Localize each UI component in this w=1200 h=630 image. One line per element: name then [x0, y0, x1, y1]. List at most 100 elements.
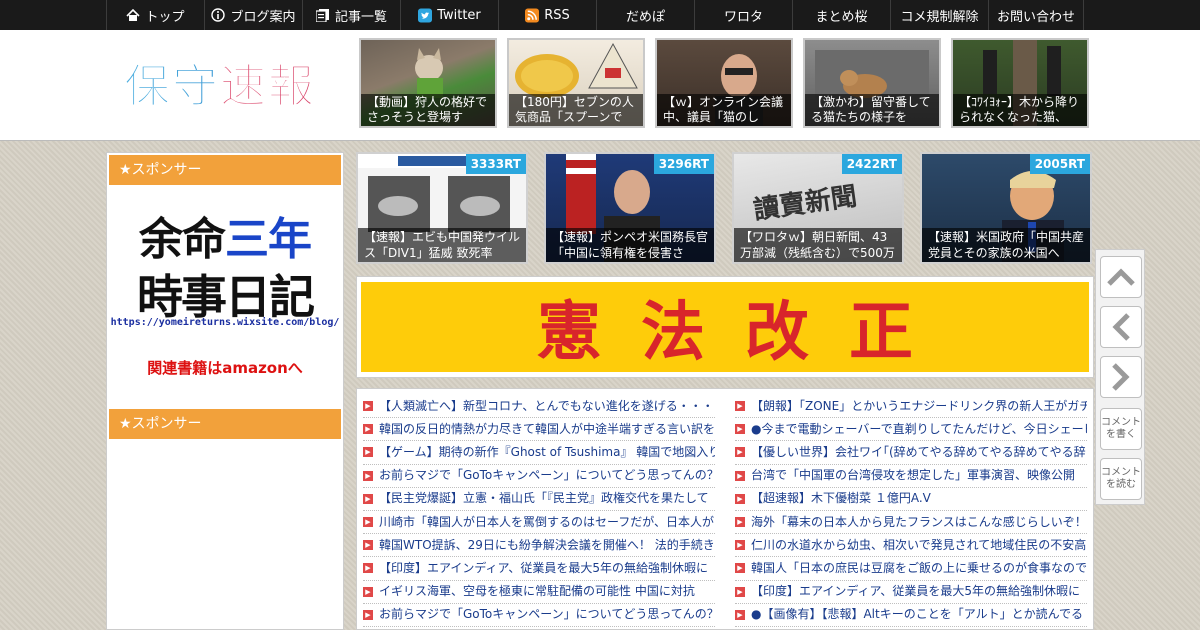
feed-item-title: 韓国WTO提訴、29日にも紛争解決会議を開催へ！ 法的手続き: [379, 537, 715, 552]
svg-text:讀賣新聞: 讀賣新聞: [752, 181, 859, 226]
feed-item-title: イギリス海軍、空母を極東に常駐配備の可能性 中国に対抗: [379, 584, 695, 599]
feed-item[interactable]: ▶ 台湾で「中国軍の台湾侵攻を想定した」軍事演習、映像公開: [735, 465, 1087, 488]
feed-column-left: ▶ 【人類滅亡へ】新型コロナ、とんでもない進化を遂げる・・・ ▶ 韓国の反日的情熱が力…: [363, 395, 715, 627]
feed-item[interactable]: ▶ 【朗報】「ZONE」とかいうエナジードリンク界の新人王がガチ: [735, 395, 1087, 419]
logo-graphic: 保守速報: [124, 59, 315, 114]
bullet-icon: ▶: [363, 517, 373, 528]
featured-article-1[interactable]: 3333RT 【速報】エビも中国発ウイルス「DIV1」猛威 致死率: [356, 152, 528, 264]
nav-label: RSS: [544, 7, 570, 23]
retweet-count-badge: 3296RT: [653, 154, 714, 174]
featured-article-4[interactable]: 2005RT 【速報】米国政府「中国共産党員とその家族の米国へ: [920, 152, 1092, 264]
feed-item-title: 【超速報】木下優樹菜 １億円A.V: [751, 491, 931, 506]
feed-item-title: 【印度】エアインディア、従業員を最大5年の無給強制休暇に: [379, 560, 708, 575]
feed-item[interactable]: ▶ 仁川の水道水から幼虫、相次いで発見されて地域住民の不安高: [735, 534, 1087, 558]
feed-item[interactable]: ▶ 【優しい世界】会社ワイ｢(辞めてやる辞めてやる辞めてやる辞: [735, 441, 1087, 465]
nav-label: 記事一覧: [334, 9, 387, 25]
sponsor-header: ★スポンサー: [109, 155, 341, 185]
chevron-up-icon: [1107, 268, 1135, 286]
feed-item[interactable]: ▶ 韓国WTO提訴、29日にも紛争解決会議を開催へ！ 法的手続き: [363, 534, 715, 558]
feed-item-title: 海外「幕末の日本人から見たフランスはこんな感じらしいぞ！: [751, 514, 1087, 529]
nav-item-damepo[interactable]: だめぽ: [596, 0, 694, 30]
nav-label: まとめ桜: [815, 9, 868, 25]
feed-item[interactable]: ▶ 【印度】エアインディア、従業員を最大5年の無給強制休暇に: [735, 581, 1087, 604]
feed-item[interactable]: ▶ お前らマジで「GoToキャンペーン」についてどう思ってんの？: [363, 465, 715, 488]
site-logo[interactable]: 保守速報: [124, 56, 324, 129]
chevron-right-icon: [1112, 363, 1130, 391]
feed-item-title: お前らマジで「GoToキャンペーン」についてどう思ってんの？: [379, 468, 715, 483]
featured-caption: 【速報】米国政府「中国共産党員とその家族の米国へ: [922, 228, 1090, 262]
feed-item[interactable]: ▶ 【超速報】木下優樹菜 １億円A.V: [735, 488, 1087, 511]
bullet-icon: ▶: [363, 401, 373, 412]
twitter-icon: [418, 8, 433, 22]
bullet-icon: ▶: [735, 401, 745, 412]
bullet-icon: ▶: [735, 447, 745, 458]
bullet-icon: ▶: [363, 540, 373, 551]
nav-item-twitter[interactable]: Twitter: [400, 0, 498, 30]
nav-item-matome-sakura[interactable]: まとめ桜: [792, 0, 890, 30]
ad-text-highlight: 三年: [225, 214, 312, 265]
feed-item[interactable]: ▶ 【ゲーム】期待の新作『Ghost of Tsushima』 韓国で地図入りの: [363, 441, 715, 465]
feed-item[interactable]: ▶ お前らマジで「GoToキャンペーン」についてどう思ってんの？: [363, 604, 715, 627]
nav-item-blog-info[interactable]: ブログ案内: [204, 0, 302, 30]
feed-item[interactable]: ▶ イギリス海軍、空母を極東に常駐配備の可能性 中国に対抗: [363, 581, 715, 604]
nav-item-top[interactable]: トップ: [106, 0, 204, 30]
next-article-button[interactable]: [1100, 356, 1142, 398]
featured-article-3[interactable]: 讀賣新聞 2422RT 【ワロタｗ】朝日新聞、43万部減（残紙含む）で500万: [732, 152, 904, 264]
header-thumbnail-5[interactable]: 【ｺﾜｲﾖｫｰ】木から降りられなくなった猫、: [951, 38, 1089, 128]
ad-title-line-1: 余命三年: [109, 203, 341, 267]
left-sidebar: ★スポンサー 余命三年 時事日記 https://yomeireturns.wi…: [106, 152, 344, 630]
sponsor-ad[interactable]: 余命三年 時事日記 https://yomeireturns.wixsite.c…: [109, 185, 341, 417]
featured-caption: 【ワロタｗ】朝日新聞、43万部減（残紙含む）で500万: [734, 228, 902, 262]
constitution-banner[interactable]: 憲法改正: [356, 276, 1094, 378]
read-comment-button[interactable]: コメントを読む: [1100, 458, 1142, 500]
amazon-link[interactable]: 関連書籍はamazonへ: [109, 357, 341, 378]
thumbnail-caption: 【動画】狩人の格好でさっそうと登場す: [361, 94, 495, 126]
feed-column-right: ▶ 【朗報】「ZONE」とかいうエナジードリンク界の新人王がガチ ▶ ●今まで電動シェ…: [735, 395, 1087, 627]
nav-item-rss[interactable]: RSS: [498, 0, 596, 30]
header-thumbnail-4[interactable]: 【激かわ】留守番してる猫たちの様子を: [803, 38, 941, 128]
nav-item-warota[interactable]: ワロタ: [694, 0, 792, 30]
feed-item[interactable]: ▶ ●【画像有】【悲報】Altキーのことを「アルト」とか読んでる: [735, 604, 1087, 627]
bullet-icon: ▶: [363, 470, 373, 481]
bullet-icon: ▶: [735, 470, 745, 481]
retweet-count-badge: 3333RT: [465, 154, 526, 174]
feed-item[interactable]: ▶ ●今まで電動シェーバーで直剃りしてたんだけど、今日シェービ: [735, 418, 1087, 442]
feed-item-title: ●今まで電動シェーバーで直剃りしてたんだけど、今日シェービ: [751, 421, 1087, 436]
feed-item-title: 【ゲーム】期待の新作『Ghost of Tsushima』 韓国で地図入りの: [379, 444, 715, 459]
sponsor-header-2: ★スポンサー: [109, 409, 341, 439]
floating-side-nav: コメントを書く コメントを読む: [1095, 249, 1145, 505]
feed-item[interactable]: ▶ 海外「幕末の日本人から見たフランスはこんな感じらしいぞ！: [735, 511, 1087, 535]
bullet-icon: ▶: [363, 609, 373, 620]
bullet-icon: ▶: [735, 493, 745, 504]
bullet-icon: ▶: [735, 424, 745, 435]
nav-item-article-list[interactable]: 記事一覧: [302, 0, 400, 30]
feed-item[interactable]: ▶ 韓国の反日的情熱が力尽きて韓国人が中途半端すぎる言い訳を: [363, 418, 715, 442]
bullet-icon: ▶: [363, 493, 373, 504]
feed-item[interactable]: ▶ 【人類滅亡へ】新型コロナ、とんでもない進化を遂げる・・・: [363, 395, 715, 419]
feed-item-title: 【人類滅亡へ】新型コロナ、とんでもない進化を遂げる・・・: [379, 398, 714, 413]
chevron-left-icon: [1112, 313, 1130, 341]
write-comment-button[interactable]: コメントを書く: [1100, 408, 1142, 450]
header-thumbnail-3[interactable]: 【ｗ】オンライン会議中、議員「猫のし: [655, 38, 793, 128]
nav-label: お問い合わせ: [996, 9, 1075, 25]
feed-item[interactable]: ▶ 【民主党爆誕】立憲・福山氏「『民主党』政権交代を果たして: [363, 488, 715, 511]
bullet-icon: ▶: [735, 563, 745, 574]
bullet-icon: ▶: [363, 447, 373, 458]
scroll-top-button[interactable]: [1100, 256, 1142, 298]
feed-item[interactable]: ▶ 【印度】エアインディア、従業員を最大5年の無給強制休暇に: [363, 557, 715, 581]
feed-item[interactable]: ▶ 韓国人「日本の庶民は豆腐をご飯の上に乗せるのが食事なので: [735, 557, 1087, 581]
top-navigation-bar: トップ ブログ案内 記事一覧 Twitter RSS だめぽ ワロタ まとめ桜 …: [0, 0, 1200, 30]
bullet-icon: ▶: [363, 563, 373, 574]
bullet-icon: ▶: [735, 540, 745, 551]
prev-article-button[interactable]: [1100, 306, 1142, 348]
nav-item-comment-unblock[interactable]: コメ規制解除: [890, 0, 988, 30]
feed-item-title: 韓国人「日本の庶民は豆腐をご飯の上に乗せるのが食事なので: [751, 560, 1087, 575]
nav-item-contact[interactable]: お問い合わせ: [988, 0, 1084, 30]
feed-item[interactable]: ▶ 川崎市「韓国人が日本人を罵倒するのはセーフだが、日本人が: [363, 511, 715, 535]
bullet-icon: ▶: [363, 424, 373, 435]
nav-label: ワロタ: [723, 9, 763, 25]
featured-article-2[interactable]: 3296RT 【速報】ポンペオ米国務長官「中国に領有権を侵害さ: [544, 152, 716, 264]
header-thumbnail-1[interactable]: 【動画】狩人の格好でさっそうと登場す: [359, 38, 497, 128]
header-thumbnail-2[interactable]: 【180円】セブンの人気商品「スプーンで: [507, 38, 645, 128]
list-icon: [316, 8, 330, 22]
